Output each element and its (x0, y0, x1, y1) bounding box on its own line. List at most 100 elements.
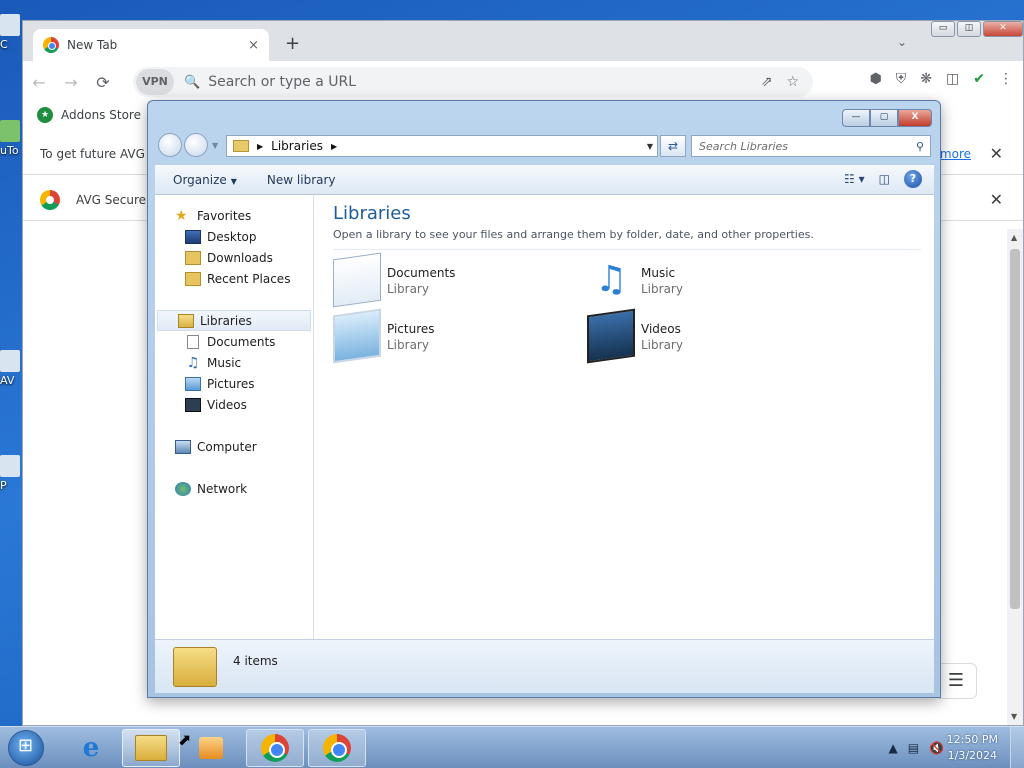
side-panel-icon[interactable]: ◫ (946, 71, 959, 87)
infobar-close-icon[interactable]: ✕ (990, 190, 1003, 209)
page-title: Libraries (333, 203, 411, 224)
address-history-dropdown-icon[interactable]: ▼ (647, 142, 653, 151)
chevron-down-icon: ▼ (230, 176, 237, 186)
library-tile-pictures[interactable]: Pictures Library (333, 308, 573, 364)
recent-pages-dropdown-icon[interactable]: ▼ (212, 141, 218, 150)
nav-item-documents[interactable]: Documents (155, 331, 313, 352)
navigation-pane: ★ Favorites Desktop Downloads Recent Pla… (155, 195, 314, 639)
vpn-button[interactable]: VPN (136, 69, 174, 95)
extensions-puzzle-icon[interactable]: ❋ (920, 71, 932, 87)
nav-label: Pictures (207, 376, 255, 391)
desktop-icon-4[interactable]: P (0, 455, 22, 492)
new-tab-button[interactable]: + (285, 33, 300, 54)
search-libraries-input[interactable]: Search Libraries ⚲ (691, 135, 931, 157)
tab-search-chevron-icon[interactable]: ⌄ (897, 35, 907, 49)
nav-network[interactable]: Network (155, 478, 313, 499)
share-icon[interactable]: ⇗ (761, 74, 773, 90)
desktop-icon-1[interactable]: C (0, 14, 22, 51)
nav-libraries[interactable]: Libraries (157, 310, 311, 331)
libraries-content: Libraries Open a library to see your fil… (315, 195, 934, 639)
desktop-icon-2[interactable]: uTo (0, 120, 22, 157)
minimize-button[interactable]: — (842, 109, 870, 127)
scroll-down-icon[interactable]: ▼ (1011, 712, 1017, 721)
back-button[interactable]: ← (23, 73, 55, 92)
omnibox[interactable]: VPN 🔍 Search or type a URL ⇗ ☆ (133, 67, 813, 97)
breadcrumb-separator-icon[interactable]: ▶ (331, 142, 337, 151)
addons-store-icon: ★ (37, 107, 53, 123)
restore-button[interactable]: ◫ (957, 21, 981, 37)
library-tile-music[interactable]: ♫ Music Library (587, 256, 827, 308)
refresh-button[interactable]: ⇄ (660, 135, 686, 157)
maximize-button[interactable]: ▢ (870, 109, 898, 127)
reload-button[interactable]: ⟳ (87, 73, 119, 92)
nav-label: Network (197, 481, 248, 496)
taskbar-windows-explorer[interactable] (122, 729, 180, 767)
learn-more-link[interactable]: more (940, 147, 971, 161)
privacy-shield-icon[interactable]: ⛨ (896, 71, 907, 87)
library-tile-videos[interactable]: Videos Library (587, 308, 827, 364)
nav-item-desktop[interactable]: Desktop (155, 226, 313, 247)
page-scrollbar[interactable]: ▲ ▼ (1007, 229, 1023, 725)
volume-muted-icon[interactable]: 🔇 (929, 741, 944, 755)
help-icon[interactable]: ? (904, 170, 922, 188)
explorer-window: — ▢ X ▼ ▶ Libraries ▶ ▼ ⇄ Search Librari… (147, 100, 941, 698)
scrollbar-thumb[interactable] (1010, 249, 1020, 609)
menu-kebab-icon[interactable]: ⋮ (999, 71, 1013, 87)
tab-new-tab[interactable]: New Tab × (33, 29, 269, 61)
desktop-icon (185, 229, 201, 244)
browser-toolbar: ← → ⟳ VPN 🔍 Search or type a URL ⇗ ☆ ⬢ ⛨… (23, 61, 1023, 103)
nav-item-music[interactable]: ♫ Music (155, 352, 313, 373)
show-hidden-icon[interactable]: ▲ (888, 741, 897, 755)
address-bar[interactable]: ▶ Libraries ▶ ▼ (226, 135, 658, 157)
explorer-nav-buttons: ▼ (158, 133, 218, 157)
preview-pane-icon[interactable]: ◫ (879, 172, 890, 186)
back-button[interactable] (158, 133, 182, 157)
avg-extension-icon[interactable]: ⬢ (870, 71, 882, 87)
library-tile-documents[interactable]: Documents Library (333, 252, 573, 308)
taskbar-chrome[interactable] (246, 729, 304, 767)
start-button[interactable] (8, 730, 44, 766)
omnibox-placeholder[interactable]: Search or type a URL (208, 74, 761, 90)
change-view-icon[interactable]: ☷ ▾ (844, 172, 865, 186)
taskbar-avg-secure-browser[interactable] (308, 729, 366, 767)
nav-computer[interactable]: Computer (155, 436, 313, 457)
downloads-folder-icon (185, 250, 201, 265)
avg-secure-browser-icon (323, 734, 351, 762)
network-icon (175, 481, 191, 496)
network-icon[interactable]: ▤ (908, 741, 919, 755)
avg-secure-shield-icon[interactable]: ✔ (973, 71, 985, 87)
new-library-button[interactable]: New library (267, 173, 336, 187)
nav-item-videos[interactable]: Videos (155, 394, 313, 415)
star-icon[interactable]: ☆ (786, 74, 799, 90)
infobar-close-icon[interactable]: ✕ (990, 144, 1003, 163)
nav-favorites[interactable]: ★ Favorites (155, 205, 313, 226)
forward-button[interactable]: → (55, 73, 87, 92)
forward-button[interactable] (184, 133, 208, 157)
customize-page-button[interactable]: ☰ (935, 663, 977, 699)
close-button[interactable]: ✕ (983, 21, 1023, 37)
tab-close-icon[interactable]: × (248, 38, 259, 53)
desktop-shortcut-icon (0, 350, 20, 372)
explorer-window-controls: — ▢ X (842, 109, 932, 127)
breadcrumb-separator-icon[interactable]: ▶ (257, 142, 263, 151)
internet-explorer-icon: e (82, 733, 100, 763)
folder-icon (135, 735, 167, 761)
system-clock[interactable]: 12:50 PM 1/3/2024 (947, 732, 998, 764)
desktop-icon-3[interactable]: AV (0, 350, 22, 387)
nav-item-pictures[interactable]: Pictures (155, 373, 313, 394)
close-button[interactable]: X (898, 109, 932, 127)
nav-label: Computer (197, 439, 257, 454)
show-desktop-button[interactable] (1010, 727, 1024, 768)
taskbar-internet-explorer[interactable]: e (62, 729, 120, 767)
extension-icons: ⬢ ⛨ ❋ ◫ ✔ ⋮ (870, 71, 1013, 87)
nav-item-downloads[interactable]: Downloads (155, 247, 313, 268)
breadcrumb-libraries[interactable]: Libraries (271, 139, 323, 153)
organize-menu[interactable]: Organize ▼ (173, 173, 237, 187)
nav-item-recent-places[interactable]: Recent Places (155, 268, 313, 289)
minimize-button[interactable]: ▭ (931, 21, 955, 37)
scroll-up-icon[interactable]: ▲ (1011, 233, 1017, 242)
bookmark-addons-store[interactable]: Addons Store (61, 108, 141, 122)
search-icon[interactable]: ⚲ (916, 140, 924, 153)
desktop-icon-label: uTo (0, 144, 19, 157)
